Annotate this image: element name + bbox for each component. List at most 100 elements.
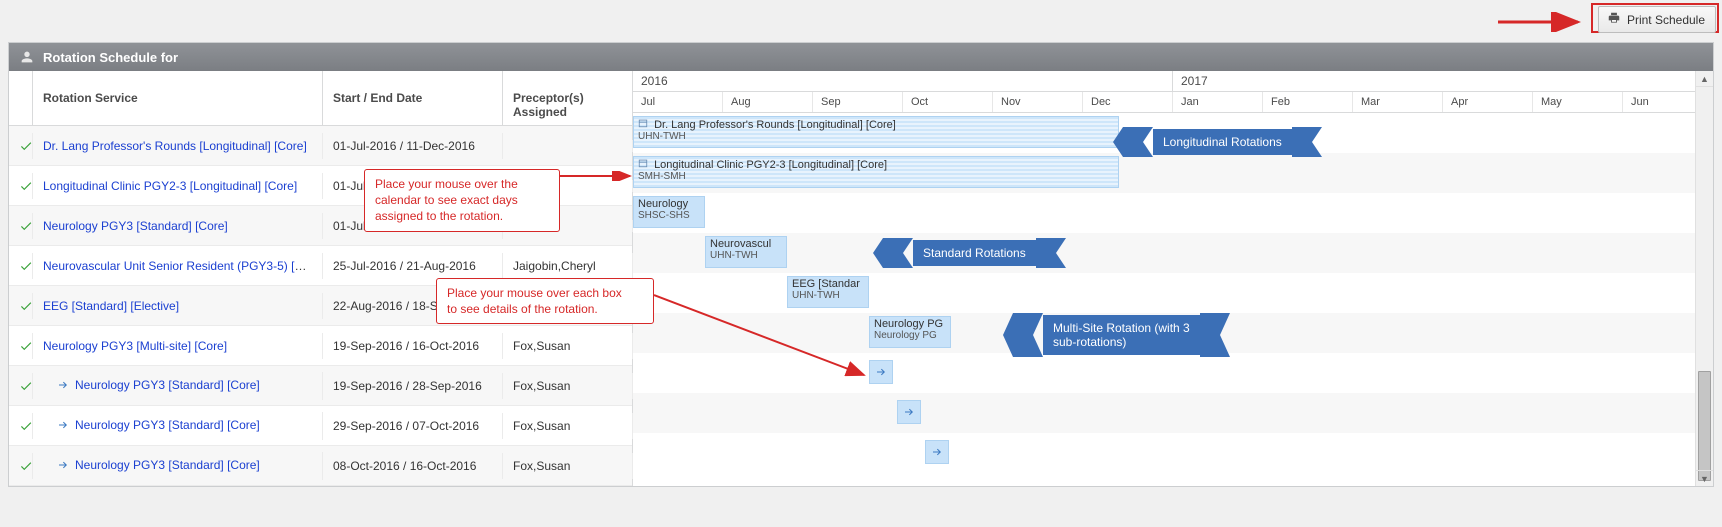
callout-line: calendar to see exact days [375,193,518,207]
gantt-row [633,433,1713,473]
gantt-sub-rotation-2[interactable] [897,400,921,424]
preceptor-cell: Jaigobin,Cheryl [503,253,633,279]
month-header: Feb [1263,92,1353,112]
table-row: Neurology PGY3 [Standard] [Core]08-Oct-2… [9,446,632,486]
gantt-bar-longitudinal-rounds[interactable]: Dr. Lang Professor's Rounds [Longitudina… [633,116,1119,148]
month-header: Oct [903,92,993,112]
gantt-bar-neurology-multi[interactable]: Neurology PG Neurology PG [869,316,951,348]
month-header: Aug [723,92,813,112]
month-header-row: JulAugSepOctNovDecJanFebMarAprMayJun [633,92,1713,113]
callout-box-hover: Place your mouse over each box to see de… [436,278,654,324]
col-preceptor-header[interactable]: Preceptor(s) Assigned [503,71,633,125]
annotation-label-line2: sub-rotations) [1053,335,1126,349]
check-icon [19,339,22,353]
calendar-icon [638,158,648,171]
preceptor-cell: Fox,Susan [503,453,633,479]
annotation-label: Longitudinal Rotations [1153,129,1292,155]
gantt-row [633,393,1713,433]
month-header: Jul [633,92,723,112]
printer-icon [1607,11,1621,28]
scroll-down-button[interactable]: ▼ [1696,470,1713,486]
arrow-right-icon [57,459,69,471]
bar-subtitle: UHN-TWH [638,131,1114,142]
col-dates-header[interactable]: Start / End Date [323,71,503,125]
month-header: Sep [813,92,903,112]
annotation-label-line1: Multi-Site Rotation (with 3 [1053,321,1190,335]
check-icon [19,419,22,433]
table-row: Dr. Lang Professor's Rounds [Longitudina… [9,126,632,166]
rotation-service-link[interactable]: Longitudinal Clinic PGY2-3 [Longitudinal… [43,179,297,193]
gantt-row [633,193,1713,233]
dates-cell: 19-Sep-2016 / 28-Sep-2016 [323,373,503,399]
rotation-schedule-panel: Rotation Schedule for Rotation Service S… [8,42,1714,487]
table-row: Neurology PGY3 [Standard] [Core] 29-Sep-2… [9,406,632,446]
preceptor-cell: Fox,Susan [503,373,633,399]
check-icon [19,139,22,153]
right-pane: 2016 2017 JulAugSepOctNovDecJanFebMarApr… [633,71,1713,486]
annotation-label: Standard Rotations [913,240,1036,266]
schedule-grid: Rotation Service Start / End Date Precep… [9,71,1713,486]
month-header: Dec [1083,92,1173,112]
table-row: Neurology PGY3 [Multi-site] [Core] 19-Sep… [9,326,632,366]
year-2017-header: 2017 [1173,71,1713,91]
callout-line: Place your mouse over the [375,177,518,191]
bar-subtitle: UHN-TWH [710,250,782,261]
rotation-service-link[interactable]: Neurovascular Unit Senior Resident (PGY3… [43,259,312,273]
annotation-arrow-print [1498,12,1588,32]
check-icon [19,219,22,233]
rotation-service-link[interactable]: Neurology PGY3 [Standard] [Core] [75,458,260,472]
person-icon [19,49,35,65]
col-status-header [9,71,33,125]
bar-title: Longitudinal Clinic PGY2-3 [Longitudinal… [654,159,887,171]
calendar-icon [638,118,648,131]
callout-line: assigned to the rotation. [375,209,503,223]
arrow-right-icon [875,366,887,378]
bar-title: Neurovascul [710,238,771,250]
bar-subtitle: Neurology PG [874,330,946,341]
rotation-service-link[interactable]: Dr. Lang Professor's Rounds [Longitudina… [43,139,307,153]
preceptor-cell: Fox,Susan [503,333,633,359]
gantt-sub-rotation-3[interactable] [925,440,949,464]
gantt-row [633,233,1713,273]
arrow-right-icon [57,419,69,431]
callout-arrow [560,171,640,181]
bar-subtitle: SMH-SMH [638,171,1114,182]
bar-title: Neurology [638,198,688,210]
panel-header: Rotation Schedule for [9,43,1713,71]
arrow-right-icon [903,406,915,418]
left-header-row: Rotation Service Start / End Date Precep… [9,71,632,126]
check-icon [19,379,22,393]
annotation-longitudinal: Longitudinal Rotations [1113,127,1322,157]
rotation-service-link[interactable]: Neurology PGY3 [Standard] [Core] [75,378,260,392]
scroll-up-button[interactable]: ▲ [1696,71,1713,87]
month-header: May [1533,92,1623,112]
callout-calendar-hover: Place your mouse over the calendar to se… [364,169,560,232]
print-schedule-button[interactable]: Print Schedule [1598,6,1716,33]
dates-cell: 01-Jul-2016 / 11-Dec-2016 [323,133,503,159]
bar-subtitle: SHSC-SHS [638,210,700,221]
bar-title: Dr. Lang Professor's Rounds [Longitudina… [654,119,896,131]
col-service-header[interactable]: Rotation Service [33,71,323,125]
check-icon [19,259,22,273]
month-header: Mar [1353,92,1443,112]
scroll-thumb[interactable] [1698,371,1711,481]
bar-title: Neurology PG [874,318,943,330]
arrow-right-icon [931,446,943,458]
rotation-service-link[interactable]: EEG [Standard] [Elective] [43,299,179,313]
gantt-bar-longitudinal-clinic[interactable]: Longitudinal Clinic PGY2-3 [Longitudinal… [633,156,1119,188]
year-header-row: 2016 2017 [633,71,1713,92]
rotation-service-link[interactable]: Neurology PGY3 [Standard] [Core] [43,219,228,233]
annotation-standard: Standard Rotations [873,238,1066,268]
vertical-scrollbar[interactable]: ▲ ▼ [1695,71,1713,486]
callout-arrow [654,290,874,390]
preceptor-cell: Fox,Susan [503,413,633,439]
rotation-service-link[interactable]: Neurology PGY3 [Standard] [Core] [75,418,260,432]
dates-cell: 29-Sep-2016 / 07-Oct-2016 [323,413,503,439]
month-header: Apr [1443,92,1533,112]
check-icon [19,459,22,473]
rotation-service-link[interactable]: Neurology PGY3 [Multi-site] [Core] [43,339,227,353]
dates-cell: 19-Sep-2016 / 16-Oct-2016 [323,333,503,359]
month-header: Nov [993,92,1083,112]
gantt-bar-neurology-std[interactable]: Neurology SHSC-SHS [633,196,705,228]
gantt-bar-neurovascular[interactable]: Neurovascul UHN-TWH [705,236,787,268]
